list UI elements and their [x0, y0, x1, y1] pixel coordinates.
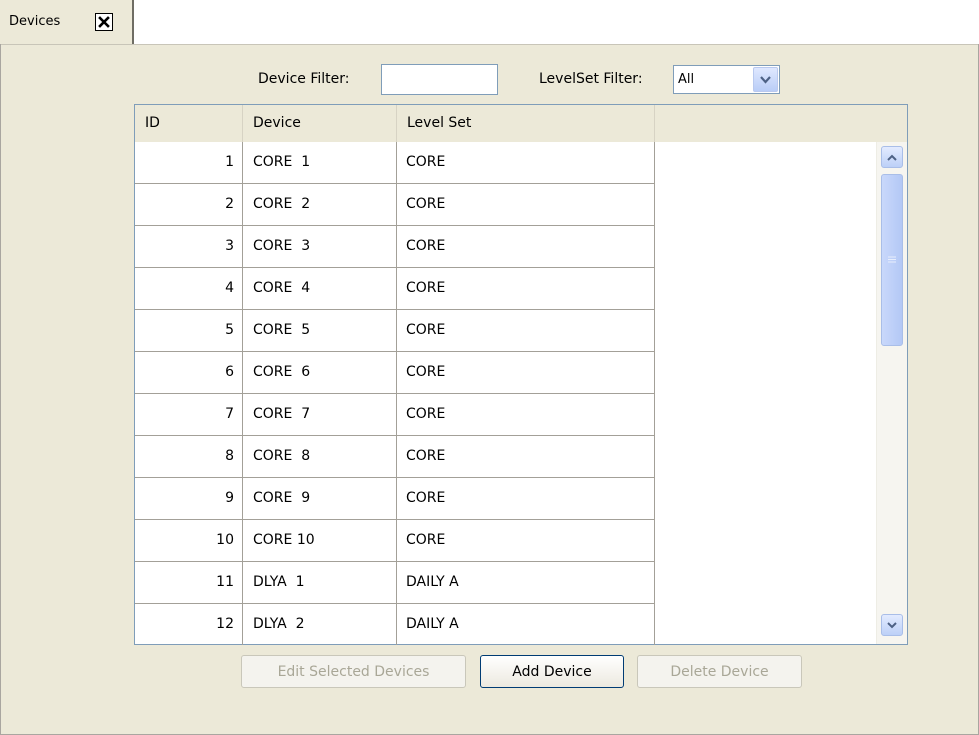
cell-id: 6 [135, 352, 243, 393]
cell-device: CORE 5 [243, 310, 397, 351]
close-icon[interactable] [95, 13, 113, 31]
devices-table: ID Device Level Set 1 CORE 1 CORE 2 CORE 2C… [134, 104, 908, 645]
grip-icon [888, 256, 896, 263]
cell-id: 8 [135, 436, 243, 477]
device-filter-input[interactable] [381, 64, 498, 95]
cell-device: DLYA 1 [243, 562, 397, 603]
table-row[interactable]: 1 CORE 1 CORE [135, 142, 655, 184]
cell-device: DLYA 2 [243, 604, 397, 645]
frame-left-border [0, 44, 1, 735]
table-row[interactable]: 2 CORE 2 CORE [135, 184, 655, 226]
cell-id: 11 [135, 562, 243, 603]
cell-id: 1 [135, 142, 243, 183]
column-header-device[interactable]: Device [243, 105, 397, 142]
table-row[interactable]: 3 CORE 3 CORE [135, 226, 655, 268]
table-row[interactable]: 5 CORE 5 CORE [135, 310, 655, 352]
vertical-scrollbar[interactable] [876, 142, 907, 644]
cell-level-set: CORE [397, 436, 655, 477]
scroll-up-button[interactable] [881, 146, 903, 168]
cell-device: CORE 1 [243, 142, 397, 183]
cell-device: CORE 8 [243, 436, 397, 477]
table-row[interactable]: 8 CORE 8 CORE [135, 436, 655, 478]
cell-id: 2 [135, 184, 243, 225]
add-device-button[interactable]: Add Device [480, 655, 624, 688]
table-row[interactable]: 9 CORE 9 CORE [135, 478, 655, 520]
table-row[interactable]: 12 DLYA 2 DAILY A [135, 604, 655, 646]
column-header-level-set[interactable]: Level Set [397, 105, 655, 142]
cell-level-set: CORE [397, 352, 655, 393]
table-row[interactable]: 6 CORE 6 CORE [135, 352, 655, 394]
table-header: ID Device Level Set [135, 105, 907, 142]
table-row[interactable]: 4 CORE 4 CORE [135, 268, 655, 310]
table-row[interactable]: 11 DLYA 1 DAILY A [135, 562, 655, 604]
cell-device: CORE 6 [243, 352, 397, 393]
cell-level-set: CORE [397, 226, 655, 267]
cell-level-set: DAILY A [397, 604, 655, 645]
table-row[interactable]: 10 CORE 10 CORE [135, 520, 655, 562]
cell-device: CORE 4 [243, 268, 397, 309]
column-header-id[interactable]: ID [135, 105, 243, 142]
scroll-down-button[interactable] [881, 614, 903, 636]
cell-level-set: CORE [397, 268, 655, 309]
cell-level-set: CORE [397, 184, 655, 225]
cell-level-set: CORE [397, 478, 655, 519]
cell-id: 9 [135, 478, 243, 519]
cell-level-set: CORE [397, 142, 655, 183]
tab-devices[interactable]: Devices [0, 0, 134, 44]
chevron-down-icon[interactable] [753, 67, 778, 92]
cell-id: 10 [135, 520, 243, 561]
table-row[interactable]: 7 CORE 7 CORE [135, 394, 655, 436]
table-body: 1 CORE 1 CORE 2 CORE 2 CORE 3 CORE 3 CORE 4 COR… [135, 142, 655, 646]
tab-label: Devices [9, 14, 61, 29]
levelset-filter-select[interactable]: All [673, 65, 780, 94]
delete-device-button[interactable]: Delete Device [637, 655, 802, 688]
cell-id: 12 [135, 604, 243, 645]
tab-strip: Devices [0, 0, 979, 45]
levelset-filter-label: LevelSet Filter: [539, 71, 643, 87]
levelset-filter-value: All [678, 72, 695, 87]
header-filler [655, 105, 907, 142]
cell-level-set: CORE [397, 310, 655, 351]
cell-device: CORE 10 [243, 520, 397, 561]
edit-selected-devices-button[interactable]: Edit Selected Devices [241, 655, 466, 688]
cell-id: 3 [135, 226, 243, 267]
scrollbar-thumb[interactable] [881, 174, 903, 346]
device-filter-label: Device Filter: [258, 71, 350, 87]
cell-id: 5 [135, 310, 243, 351]
cell-level-set: CORE [397, 520, 655, 561]
table-empty-area [655, 142, 877, 644]
cell-device: CORE 9 [243, 478, 397, 519]
cell-id: 7 [135, 394, 243, 435]
cell-device: CORE 2 [243, 184, 397, 225]
cell-id: 4 [135, 268, 243, 309]
cell-level-set: CORE [397, 394, 655, 435]
cell-device: CORE 7 [243, 394, 397, 435]
cell-device: CORE 3 [243, 226, 397, 267]
cell-level-set: DAILY A [397, 562, 655, 603]
